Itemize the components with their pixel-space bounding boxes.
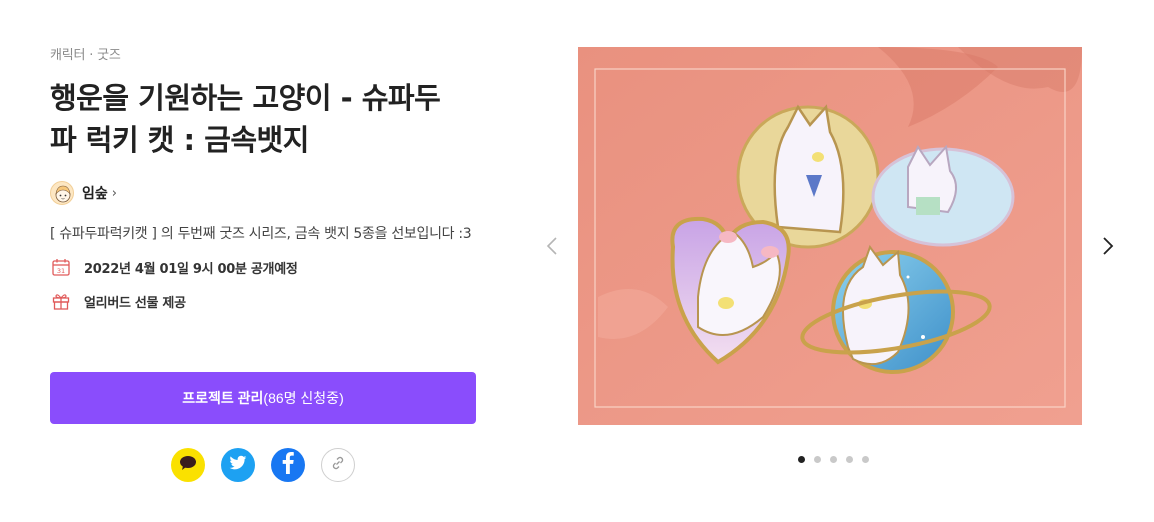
cta-label: 프로젝트 관리 (182, 390, 264, 406)
creator-link[interactable]: 임숲 › (50, 181, 480, 205)
project-title: 행운을 기원하는 고양이 - 슈파두파 럭키 캣 : 금속뱃지 (50, 81, 441, 157)
carousel-next-button[interactable] (1096, 232, 1120, 264)
chevron-right-icon (1102, 236, 1114, 260)
creator-name[interactable]: 임숲 (82, 183, 108, 203)
share-link-button[interactable] (321, 448, 355, 482)
carousel-dot[interactable] (830, 456, 837, 463)
kakao-talk-icon (179, 455, 197, 475)
carousel-dot[interactable] (862, 456, 869, 463)
share-facebook-button[interactable] (271, 448, 305, 482)
share-kakao-button[interactable] (171, 448, 205, 482)
category-label[interactable]: 캐릭터 · 굿즈 (50, 44, 480, 63)
calendar-icon: 31 (50, 256, 72, 278)
chevron-right-icon: › (111, 185, 117, 201)
link-icon (330, 455, 346, 475)
share-buttons (171, 448, 355, 482)
carousel-pagination (798, 456, 869, 463)
gift-row: 얼리버드 선물 제공 (50, 289, 480, 313)
launch-date-row: 31 2022년 4월 01일 9시 00분 공개예정 (50, 255, 480, 279)
share-twitter-button[interactable] (221, 448, 255, 482)
project-info: 캐릭터 · 굿즈 행운을 기원하는 고양이 - 슈파두파 럭키 캣 : 금속뱃지… (50, 44, 480, 313)
calendar-day: 31 (57, 267, 65, 275)
launch-date-text: 2022년 4월 01일 9시 00분 공개예정 (84, 261, 298, 277)
twitter-icon (229, 455, 247, 475)
carousel-prev-button[interactable] (540, 232, 564, 264)
cta-count: (86명 신청중) (263, 390, 344, 406)
gift-text: 얼리버드 선물 제공 (84, 295, 186, 311)
carousel-dot[interactable] (814, 456, 821, 463)
project-image-carousel[interactable] (578, 47, 1082, 425)
gift-icon (50, 290, 72, 312)
chevron-left-icon (546, 236, 558, 260)
creator-avatar (50, 181, 74, 205)
metal-cat-badges-photo (578, 47, 1082, 425)
facebook-icon (281, 452, 295, 478)
project-description: [ 슈파두파럭키캣 ] 의 두번째 굿즈 시리즈, 금속 뱃지 5종을 선보입니… (50, 226, 472, 242)
carousel-dot[interactable] (798, 456, 805, 463)
manage-project-button[interactable]: 프로젝트 관리 (86명 신청중) (50, 372, 476, 424)
carousel-dot[interactable] (846, 456, 853, 463)
